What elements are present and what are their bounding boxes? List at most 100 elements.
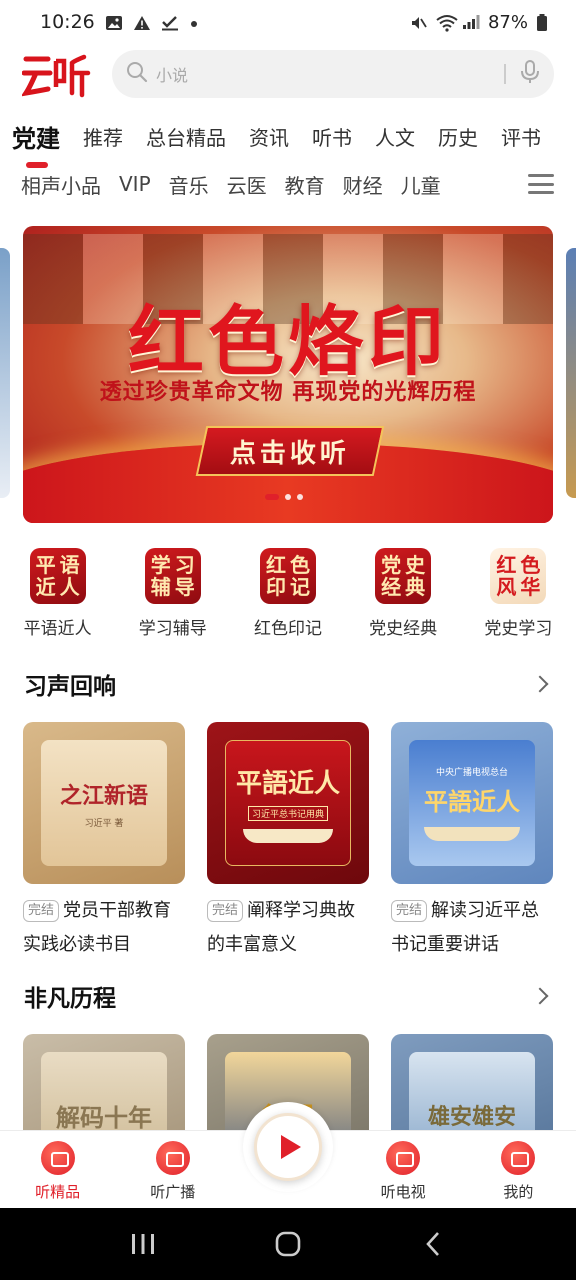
- profile-icon: [501, 1141, 536, 1175]
- status-badge: 完结: [391, 900, 428, 922]
- nav-label: 听广播: [150, 1183, 196, 1201]
- tab-health[interactable]: 云医: [227, 170, 267, 199]
- status-time: 10:26: [40, 11, 95, 33]
- search-placeholder: 小说: [156, 66, 189, 85]
- album-description: 完结 阐释学习典故的丰富意义: [207, 894, 369, 962]
- status-bar: 10:26 87%: [0, 0, 576, 44]
- section-xisheng-cards: 之江新语 习近平 著 完结 党员干部教育实践必读书目 平語近人 习近平总书记用典 …: [23, 722, 553, 962]
- banner-pagination: [265, 494, 303, 500]
- quick-link-party-classics[interactable]: 党史经典 党史经典: [346, 548, 461, 648]
- chevron-right-icon[interactable]: [531, 675, 549, 693]
- banner-subtitle: 透过珍贵革命文物 再现党的光辉历程: [99, 380, 477, 405]
- quick-link-label: 平语近人: [23, 619, 92, 639]
- gallery-icon: [105, 14, 123, 30]
- hero-banner[interactable]: 红色烙印 透过珍贵革命文物 再现党的光辉历程 点击收听: [23, 226, 553, 523]
- battery-icon: [536, 14, 554, 31]
- radio-icon: [155, 1141, 190, 1175]
- tab-premium[interactable]: 总台精品: [146, 122, 226, 151]
- play-icon: [281, 1135, 301, 1159]
- tab-education[interactable]: 教育: [285, 170, 325, 199]
- tab-history[interactable]: 历史: [438, 122, 478, 151]
- search-bar[interactable]: 小说: [112, 50, 554, 98]
- quick-link-study-guide[interactable]: 学习辅导 学习辅导: [115, 548, 230, 648]
- tab-vip[interactable]: VIP: [119, 172, 151, 196]
- home-icon[interactable]: [268, 1224, 308, 1264]
- tab-finance[interactable]: 财经: [343, 170, 383, 199]
- tab-storytelling[interactable]: 评书: [501, 122, 541, 151]
- search-icon: [126, 61, 148, 87]
- album-cover: 平語近人 习近平总书记用典: [207, 722, 369, 884]
- quick-link-label: 党史学习: [484, 619, 553, 639]
- quick-link-pingyu[interactable]: 平语近人 平语近人: [0, 548, 115, 648]
- section-title: 非凡历程: [24, 986, 116, 1012]
- wifi-icon: [436, 14, 458, 32]
- alert-icon: [133, 14, 151, 30]
- section-header-feifan[interactable]: 非凡历程: [24, 978, 552, 1014]
- play-button-container: [243, 1102, 333, 1192]
- cover-title: 平語近人: [424, 788, 520, 816]
- back-icon[interactable]: [413, 1224, 453, 1264]
- system-nav-bar: [0, 1208, 576, 1280]
- cover-title: 平語近人: [235, 769, 340, 799]
- banner-dot: [285, 494, 291, 500]
- search-divider: [504, 64, 506, 84]
- tab-dangjian[interactable]: 党建: [12, 119, 60, 168]
- tab-children[interactable]: 儿童: [401, 170, 441, 199]
- tab-recommend[interactable]: 推荐: [83, 122, 123, 151]
- quick-link-party-study[interactable]: 红色风华 党史学习: [461, 548, 576, 648]
- task-done-icon: [161, 14, 179, 31]
- cover-title: 解码十年: [56, 1103, 152, 1132]
- quick-links: 平语近人 平语近人 学习辅导 学习辅导 红色印记 红色印记 党史经典 党史经典 …: [0, 548, 576, 648]
- red-mark-icon: 红色印记: [259, 548, 316, 604]
- status-badge: 完结: [23, 900, 60, 922]
- nav-label: 我的: [503, 1183, 534, 1201]
- album-cover-art: 之江新语 习近平 著: [41, 740, 167, 866]
- section-header-xisheng[interactable]: 习声回响: [24, 666, 552, 702]
- album-cover: 之江新语 习近平 著: [23, 722, 185, 884]
- tab-crosstalk[interactable]: 相声小品: [21, 170, 101, 199]
- recent-apps-icon[interactable]: [123, 1224, 163, 1264]
- nav-item-mine[interactable]: 我的: [461, 1131, 576, 1208]
- play-button[interactable]: [254, 1113, 322, 1181]
- tab-music[interactable]: 音乐: [169, 170, 209, 199]
- tab-audiobook[interactable]: 听书: [312, 122, 352, 151]
- home-listen-icon: [40, 1141, 75, 1175]
- battery-percent: 87%: [487, 11, 528, 33]
- banner-cta-label: 点击收听: [229, 438, 350, 469]
- study-guide-icon: 学习辅导: [144, 548, 201, 604]
- category-tabs-primary: 党建 推荐 总台精品 资讯 听书 人文 历史 评书: [0, 112, 576, 168]
- status-badge: 完结: [207, 900, 244, 922]
- album-card[interactable]: 平語近人 习近平总书记用典 完结 阐释学习典故的丰富意义: [207, 722, 369, 962]
- tab-news[interactable]: 资讯: [249, 122, 289, 151]
- album-card[interactable]: 中央广播电视总台 平語近人 完结 解读习近平总书记重要讲话: [391, 722, 553, 962]
- quick-link-label: 党史经典: [369, 619, 438, 639]
- cover-note: 习近平 著: [84, 818, 124, 829]
- chevron-right-icon[interactable]: [531, 987, 549, 1005]
- menu-icon[interactable]: [528, 174, 554, 194]
- nav-label: 听电视: [380, 1183, 426, 1201]
- microphone-icon[interactable]: [520, 60, 540, 88]
- tv-icon: [386, 1141, 421, 1175]
- nav-item-tv[interactable]: 听电视: [346, 1131, 461, 1208]
- cover-note: 习近平总书记用典: [247, 806, 328, 821]
- banner-next-peek[interactable]: [566, 248, 576, 498]
- album-description: 完结 解读习近平总书记重要讲话: [391, 894, 553, 962]
- pingyu-icon: 平语近人: [29, 548, 86, 604]
- nav-label: 听精品: [35, 1183, 81, 1201]
- tab-humanities[interactable]: 人文: [375, 122, 415, 151]
- category-tabs-secondary: 相声小品 VIP 音乐 云医 教育 财经 儿童: [0, 164, 576, 204]
- album-cover: 中央广播电视总台 平語近人: [391, 722, 553, 884]
- banner-prev-peek[interactable]: [0, 248, 10, 498]
- app-header: 小说: [0, 46, 576, 102]
- signal-icon: [462, 14, 480, 30]
- section-title: 习声回响: [24, 674, 116, 700]
- nav-item-radio[interactable]: 听广播: [115, 1131, 230, 1208]
- cover-note: 中央广播电视总台: [435, 768, 508, 778]
- quick-link-red-mark[interactable]: 红色印记 红色印记: [230, 548, 345, 648]
- album-card[interactable]: 之江新语 习近平 著 完结 党员干部教育实践必读书目: [23, 722, 185, 962]
- nav-item-premium[interactable]: 听精品: [0, 1131, 115, 1208]
- album-description: 完结 党员干部教育实践必读书目: [23, 894, 185, 962]
- banner-listen-button[interactable]: 点击收听: [195, 426, 385, 476]
- cover-title: 雄安雄安: [427, 1105, 516, 1130]
- app-logo: [22, 48, 92, 100]
